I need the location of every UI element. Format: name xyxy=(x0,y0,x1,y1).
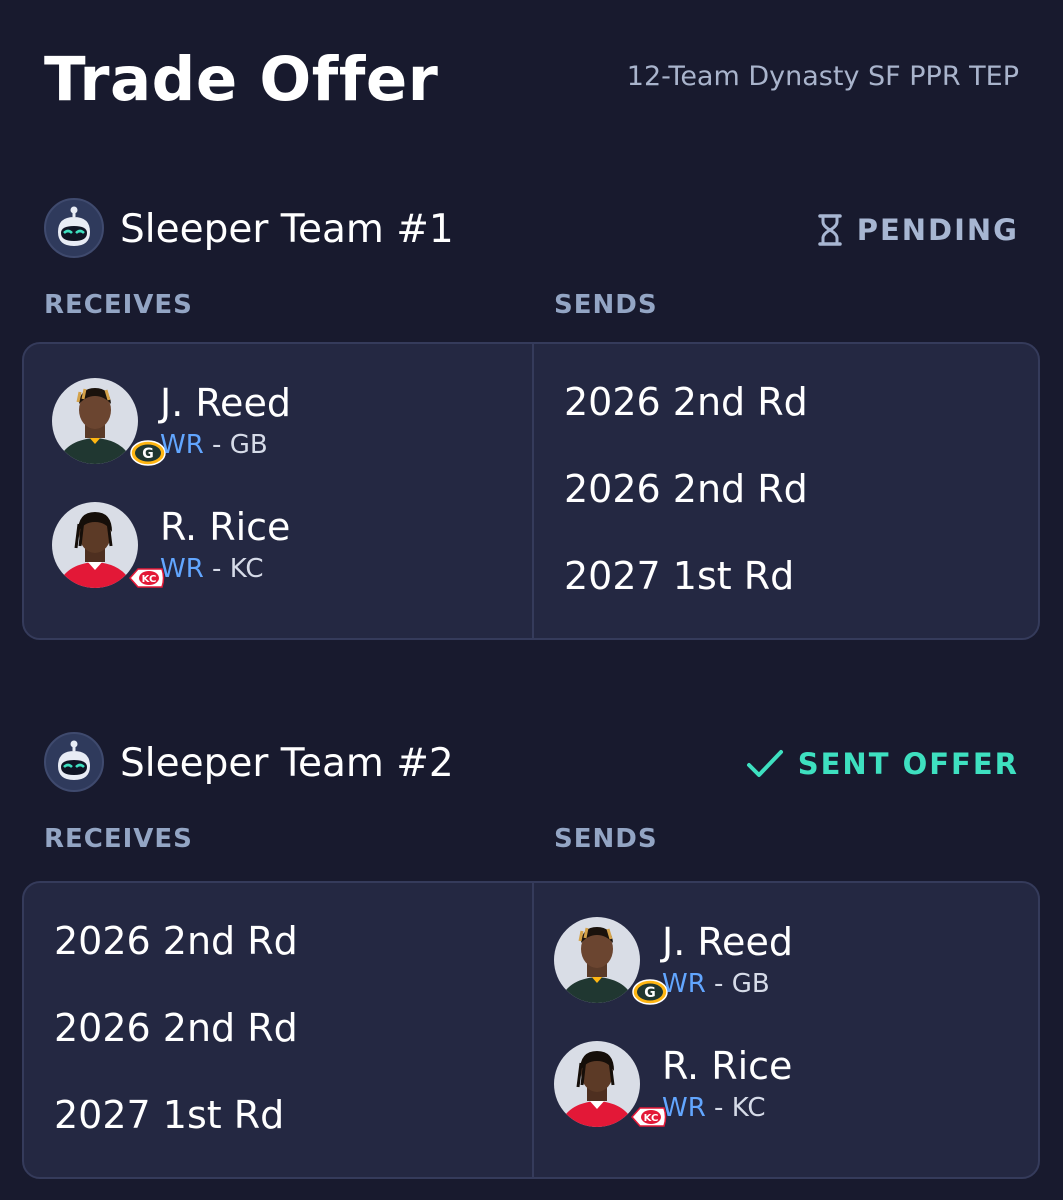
draft-pick[interactable]: 2027 1st Rd xyxy=(564,554,794,598)
player-team: GB xyxy=(229,430,268,460)
draft-pick[interactable]: 2026 2nd Rd xyxy=(564,467,808,511)
svg-text:KC: KC xyxy=(142,574,157,585)
player-position: WR xyxy=(160,554,204,584)
status-badge: PENDING xyxy=(817,212,1019,248)
player-meta: WR - GB xyxy=(662,969,770,999)
sleeper-robot-icon[interactable] xyxy=(44,198,104,258)
player-headshot: G xyxy=(52,378,166,466)
draft-pick[interactable]: 2026 2nd Rd xyxy=(54,919,298,963)
svg-text:G: G xyxy=(142,446,154,462)
player-headshot: KC xyxy=(52,502,165,590)
team-row: Sleeper Team #2 SENT OFFER xyxy=(44,732,1019,796)
status-badge: SENT OFFER xyxy=(746,746,1019,782)
checkmark-icon xyxy=(746,749,784,779)
player-position: WR xyxy=(662,1093,706,1123)
trade-card: 2026 2nd Rd 2026 2nd Rd 2027 1st Rd G J.… xyxy=(22,881,1040,1179)
svg-text:KC: KC xyxy=(644,1113,659,1124)
hourglass-icon xyxy=(817,214,843,246)
draft-pick[interactable]: 2027 1st Rd xyxy=(54,1093,284,1137)
player-team: GB xyxy=(731,969,770,999)
meta-separator: - xyxy=(203,554,230,584)
team-row: Sleeper Team #1 PENDING xyxy=(44,198,1019,262)
league-name: 12-Team Dynasty SF PPR TEP xyxy=(626,61,1019,92)
player-name: J. Reed xyxy=(662,920,793,964)
receives-column: G J. Reed WR - GB KC R. Rice WR - KC xyxy=(24,344,504,638)
player-name: J. Reed xyxy=(160,381,291,425)
receives-label: RECEIVES xyxy=(44,290,193,320)
player-headshot: G xyxy=(554,917,668,1005)
svg-text:G: G xyxy=(644,985,656,1001)
player-headshot: KC xyxy=(554,1041,667,1129)
page-title: Trade Offer xyxy=(44,44,439,115)
player-team: KC xyxy=(229,554,264,584)
header: Trade Offer 12-Team Dynasty SF PPR TEP xyxy=(44,40,1019,120)
sends-label: SENDS xyxy=(554,824,658,854)
player-card[interactable]: KC R. Rice WR - KC xyxy=(52,502,492,592)
status-text: SENT OFFER xyxy=(797,747,1019,781)
player-team: KC xyxy=(731,1093,766,1123)
receives-column: 2026 2nd Rd 2026 2nd Rd 2027 1st Rd xyxy=(24,883,504,1177)
team-name: Sleeper Team #2 xyxy=(120,741,454,786)
player-position: WR xyxy=(160,430,204,460)
meta-separator: - xyxy=(705,969,732,999)
player-meta: WR - KC xyxy=(662,1093,766,1123)
team-name: Sleeper Team #1 xyxy=(120,207,454,252)
player-card[interactable]: G J. Reed WR - GB xyxy=(554,917,994,1007)
sleeper-robot-icon[interactable] xyxy=(44,732,104,792)
player-card[interactable]: KC R. Rice WR - KC xyxy=(554,1041,994,1131)
sends-column: G J. Reed WR - GB KC R. Rice WR - KC xyxy=(526,883,1006,1177)
player-meta: WR - GB xyxy=(160,430,268,460)
meta-separator: - xyxy=(705,1093,732,1123)
status-text: PENDING xyxy=(856,213,1019,247)
trade-card: G J. Reed WR - GB KC R. Rice WR - KC 202… xyxy=(22,342,1040,640)
receives-label: RECEIVES xyxy=(44,824,193,854)
player-position: WR xyxy=(662,969,706,999)
player-name: R. Rice xyxy=(662,1044,793,1088)
player-card[interactable]: G J. Reed WR - GB xyxy=(52,378,492,468)
sends-label: SENDS xyxy=(554,290,658,320)
player-meta: WR - KC xyxy=(160,554,264,584)
player-name: R. Rice xyxy=(160,505,291,549)
sends-column: 2026 2nd Rd 2026 2nd Rd 2027 1st Rd xyxy=(534,344,1014,638)
draft-pick[interactable]: 2026 2nd Rd xyxy=(54,1006,298,1050)
draft-pick[interactable]: 2026 2nd Rd xyxy=(564,380,808,424)
meta-separator: - xyxy=(203,430,230,460)
